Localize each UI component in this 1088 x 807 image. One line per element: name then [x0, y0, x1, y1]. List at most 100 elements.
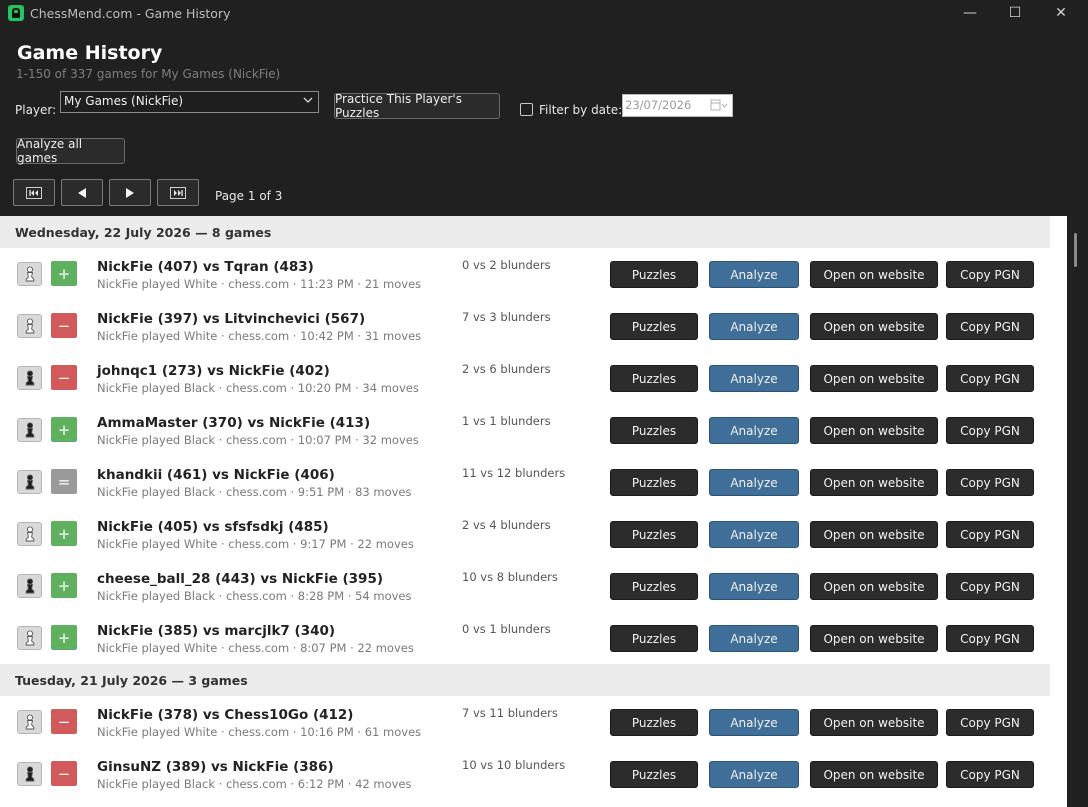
- game-title: khandkii (461) vs NickFie (406): [97, 467, 335, 483]
- puzzles-button[interactable]: Puzzles: [610, 625, 698, 652]
- chevron-down-icon: [303, 97, 313, 103]
- open-website-button[interactable]: Open on website: [810, 469, 938, 496]
- vertical-scrollbar[interactable]: [1067, 216, 1088, 807]
- open-website-button[interactable]: Open on website: [810, 709, 938, 736]
- blunder-count: 10 vs 10 blunders: [462, 758, 566, 772]
- puzzles-button[interactable]: Puzzles: [610, 573, 698, 600]
- blunder-count: 11 vs 12 blunders: [462, 466, 566, 480]
- result-badge: −: [51, 313, 77, 338]
- result-badge: +: [51, 521, 77, 546]
- game-row: + NickFie (405) vs sfsfsdkj (485) NickFie …: [0, 508, 1050, 560]
- page-indicator: Page 1 of 3: [215, 189, 283, 203]
- analyze-all-button[interactable]: Analyze all games: [16, 137, 125, 165]
- result-badge: +: [51, 625, 77, 650]
- game-title: johnqc1 (273) vs NickFie (402): [97, 363, 330, 379]
- copy-pgn-button[interactable]: Copy PGN: [946, 417, 1034, 444]
- blunder-count: 7 vs 3 blunders: [462, 310, 551, 324]
- analyze-button[interactable]: Analyze: [709, 417, 799, 444]
- last-page-button[interactable]: [157, 179, 199, 206]
- copy-pgn-button[interactable]: Copy PGN: [946, 521, 1034, 548]
- puzzles-button[interactable]: Puzzles: [610, 313, 698, 340]
- open-website-button[interactable]: Open on website: [810, 417, 938, 444]
- game-meta: NickFie played Black · chess.com · 10:20…: [97, 381, 419, 395]
- result-badge: +: [51, 261, 77, 286]
- game-row: + NickFie (407) vs Tqran (483) NickFie pla…: [0, 248, 1050, 300]
- puzzles-button[interactable]: Puzzles: [610, 365, 698, 392]
- open-website-button[interactable]: Open on website: [810, 313, 938, 340]
- result-badge: +: [51, 417, 77, 442]
- copy-pgn-button[interactable]: Copy PGN: [946, 261, 1034, 288]
- analyze-button[interactable]: Analyze: [709, 573, 799, 600]
- analyze-button[interactable]: Analyze: [709, 469, 799, 496]
- next-page-button[interactable]: [109, 179, 151, 206]
- white-pawn-icon: [17, 522, 42, 546]
- page-title: Game History: [17, 42, 163, 64]
- open-website-button[interactable]: Open on website: [810, 625, 938, 652]
- open-website-button[interactable]: Open on website: [810, 573, 938, 600]
- analyze-button[interactable]: Analyze: [709, 625, 799, 652]
- practice-puzzles-button[interactable]: Practice This Player's Puzzles: [334, 92, 500, 120]
- first-page-button[interactable]: [13, 179, 55, 206]
- minimize-button[interactable]: —: [947, 0, 993, 26]
- puzzles-button[interactable]: Puzzles: [610, 469, 698, 496]
- result-badge: −: [51, 761, 77, 786]
- blunder-count: 10 vs 8 blunders: [462, 570, 558, 584]
- puzzles-button[interactable]: Puzzles: [610, 261, 698, 288]
- analyze-button[interactable]: Analyze: [709, 261, 799, 288]
- puzzles-button[interactable]: Puzzles: [610, 417, 698, 444]
- copy-pgn-button[interactable]: Copy PGN: [946, 709, 1034, 736]
- day-header: Tuesday, 21 July 2026 — 3 games: [0, 664, 1050, 696]
- player-select[interactable]: My Games (NickFie): [60, 91, 319, 113]
- white-pawn-icon: [17, 262, 42, 286]
- scrollbar-thumb[interactable]: [1074, 233, 1077, 267]
- window-title: ChessMend.com - Game History: [30, 5, 231, 21]
- white-pawn-icon: [17, 314, 42, 338]
- game-row: + NickFie (385) vs marcjlk7 (340) NickFie …: [0, 612, 1050, 664]
- header-panel: Game History 1-150 of 337 games for My G…: [0, 26, 1088, 216]
- game-row: = khandkii (461) vs NickFie (406) NickFie …: [0, 456, 1050, 508]
- copy-pgn-button[interactable]: Copy PGN: [946, 625, 1034, 652]
- day-header: Wednesday, 22 July 2026 — 8 games: [0, 216, 1050, 248]
- game-meta: NickFie played White · chess.com · 9:17 …: [97, 537, 414, 551]
- filter-date-checkbox[interactable]: [520, 103, 533, 116]
- game-meta: NickFie played White · chess.com · 8:07 …: [97, 641, 414, 655]
- copy-pgn-button[interactable]: Copy PGN: [946, 469, 1034, 496]
- result-badge: +: [51, 573, 77, 598]
- open-website-button[interactable]: Open on website: [810, 521, 938, 548]
- analyze-button[interactable]: Analyze: [709, 313, 799, 340]
- game-title: GinsuNZ (389) vs NickFie (386): [97, 759, 334, 775]
- open-website-button[interactable]: Open on website: [810, 365, 938, 392]
- calendar-dropdown-icon: [710, 99, 728, 111]
- skip-to-first-icon: [26, 186, 42, 199]
- date-picker-value: 23/07/2026: [625, 98, 692, 112]
- analyze-button[interactable]: Analyze: [709, 521, 799, 548]
- white-pawn-icon: [17, 626, 42, 650]
- game-title: cheese_ball_28 (443) vs NickFie (395): [97, 571, 384, 587]
- puzzles-button[interactable]: Puzzles: [610, 761, 698, 788]
- analyze-button[interactable]: Analyze: [709, 709, 799, 736]
- app-logo-icon: [8, 5, 24, 21]
- blunder-count: 7 vs 11 blunders: [462, 706, 558, 720]
- close-button[interactable]: ✕: [1038, 0, 1084, 26]
- copy-pgn-button[interactable]: Copy PGN: [946, 365, 1034, 392]
- black-pawn-icon: [17, 418, 42, 442]
- analyze-button[interactable]: Analyze: [709, 365, 799, 392]
- triangle-right-icon: [126, 187, 134, 198]
- copy-pgn-button[interactable]: Copy PGN: [946, 573, 1034, 600]
- maximize-button[interactable]: ☐: [992, 0, 1038, 26]
- game-meta: NickFie played White · chess.com · 10:16…: [97, 725, 422, 739]
- result-badge: =: [51, 469, 77, 494]
- date-picker[interactable]: 23/07/2026: [622, 94, 733, 117]
- open-website-button[interactable]: Open on website: [810, 761, 938, 788]
- copy-pgn-button[interactable]: Copy PGN: [946, 761, 1034, 788]
- blunder-count: 0 vs 1 blunders: [462, 622, 551, 636]
- puzzles-button[interactable]: Puzzles: [610, 709, 698, 736]
- black-pawn-icon: [17, 762, 42, 786]
- copy-pgn-button[interactable]: Copy PGN: [946, 313, 1034, 340]
- puzzles-button[interactable]: Puzzles: [610, 521, 698, 548]
- open-website-button[interactable]: Open on website: [810, 261, 938, 288]
- player-label: Player:: [15, 103, 57, 117]
- prev-page-button[interactable]: [61, 179, 103, 206]
- analyze-button[interactable]: Analyze: [709, 761, 799, 788]
- game-row: + cheese_ball_28 (443) vs NickFie (395) Ni…: [0, 560, 1050, 612]
